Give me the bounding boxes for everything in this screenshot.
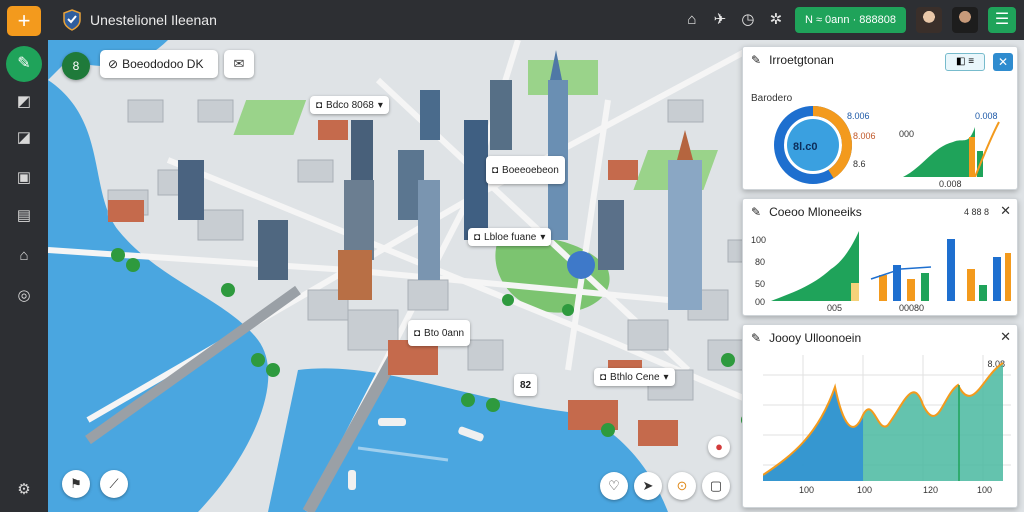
panel-title: Irroetgtonan (769, 53, 834, 67)
chevron-down-icon: ▾ (540, 231, 546, 243)
panel-subtitle: Barodero (751, 93, 793, 104)
map-pin-label[interactable]: 82 (514, 374, 538, 396)
map-layers-icon[interactable]: ◩ (14, 92, 34, 112)
close-button[interactable]: ✕ (1000, 329, 1011, 345)
search-icon: ⊘ (108, 57, 119, 71)
status-action-button[interactable]: N ≈ 0ann · 888808 (794, 7, 906, 33)
alert-marker-icon[interactable]: ● (708, 436, 730, 458)
chevron-down-icon: ▾ (663, 371, 669, 383)
search-text: Boeododoo DK (122, 57, 204, 71)
location-badge[interactable]: 8 (62, 52, 90, 80)
route-icon[interactable]: ◪ (14, 128, 34, 148)
home-icon[interactable]: ⌂ (14, 246, 34, 266)
avatar[interactable] (952, 7, 978, 33)
map-label-chip[interactable]: ◘ Bthlo Cene ▾ (594, 368, 675, 386)
tag-icon: ◘ (414, 327, 421, 339)
app-title: Unestelionel Ileenan (90, 12, 217, 28)
tag-icon: ◘ (492, 164, 499, 176)
pencil-icon: ✎ (751, 205, 762, 219)
metrics-panel: ✎Coeoo Mloneeiks 4 88 8 ✕ 100 80 50 00 (742, 198, 1018, 316)
menu-button[interactable]: ☰ (988, 7, 1016, 33)
area-mini-chart (903, 121, 1000, 177)
chevron-down-icon: ▾ (377, 99, 383, 111)
map-label-chip[interactable]: ◘ Boeeoebeon (486, 156, 565, 184)
avatar[interactable] (916, 7, 942, 33)
settings-icon[interactable]: ✲ (767, 11, 785, 29)
combo-chart (771, 231, 1011, 301)
comment-button[interactable]: ♡ (600, 472, 628, 500)
park-area (233, 100, 307, 135)
map-label-chip[interactable]: ◘ Bdco 8068 ▾ (310, 96, 389, 114)
target-icon[interactable]: ◎ (14, 286, 34, 306)
measure-button[interactable]: ⟋ (100, 470, 128, 498)
shield-logo-icon (63, 9, 81, 31)
trend-area-chart (763, 355, 1011, 481)
city-map[interactable]: 8 ⊘ Boeododoo DK ✉ ◘ Bdco 8068 ▾ ◘ Boeeoebe… (48, 40, 1024, 512)
search-input[interactable]: ⊘ Boeododoo DK (100, 50, 218, 78)
tag-icon: ◘ (600, 371, 607, 383)
home-icon[interactable]: ⌂ (683, 11, 701, 29)
draw-tool-button[interactable]: ✎ (6, 46, 42, 82)
clock-icon[interactable]: ◷ (739, 11, 757, 29)
settings-icon[interactable]: ⚙ (14, 480, 34, 500)
map-label-chip[interactable]: ◘ Bto 0ann (408, 320, 471, 346)
add-button[interactable]: + (7, 6, 41, 36)
edit-button[interactable]: ◧ ≡ (945, 53, 985, 71)
navigate-button[interactable]: ➤ (634, 472, 662, 500)
close-button[interactable]: ✕ (1000, 203, 1011, 219)
panel-meta: 4 88 8 (963, 207, 989, 217)
tag-icon: ◘ (316, 99, 323, 111)
gauge-value: 8l.c0 (793, 141, 818, 153)
image-icon[interactable]: ▤ (14, 206, 34, 226)
pin-icon[interactable]: ✈ (711, 11, 729, 29)
fullscreen-button[interactable]: ▢ (702, 472, 730, 500)
river-water (48, 80, 269, 512)
edit-icon[interactable]: ▣ (14, 168, 34, 188)
overview-panel: ✎ Irroetgtonan ◧ ≡ ✕ Barodero 8l.c0 8.006… (742, 46, 1018, 190)
share-button[interactable]: ✉ (224, 50, 254, 78)
top-actions: ⌂ ✈ ◷ ✲ N ≈ 0ann · 888808 ☰ (683, 7, 1016, 33)
pencil-icon: ✎ (751, 53, 762, 67)
top-bar: Unestelionel Ileenan ⌂ ✈ ◷ ✲ N ≈ 0ann · … (48, 0, 1024, 40)
trend-panel: ✎ Joooy Ulloonoein ✕ 8.08 100 100 120 100 (742, 324, 1018, 508)
layers-button[interactable]: ⚑ (62, 470, 90, 498)
panel-title: Coeoo Mloneeiks (769, 205, 862, 219)
left-rail: + ✎ ◩ ◪ ▣ ▤ ⌂ ◎ ⚙ (0, 0, 48, 512)
map-label-chip[interactable]: ◘ Lbloe fuane ▾ (468, 228, 552, 246)
close-button[interactable]: ✕ (993, 53, 1013, 71)
panel-title: Joooy Ulloonoein (769, 331, 862, 345)
tag-icon: ◘ (474, 231, 481, 243)
alert-button[interactable]: ⊙ (668, 472, 696, 500)
pencil-icon: ✎ (751, 331, 762, 345)
brand: Unestelionel Ileenan (62, 9, 217, 31)
app-window: + ✎ ◩ ◪ ▣ ▤ ⌂ ◎ ⚙ Unestelionel Ileenan ⌂… (0, 0, 1024, 512)
